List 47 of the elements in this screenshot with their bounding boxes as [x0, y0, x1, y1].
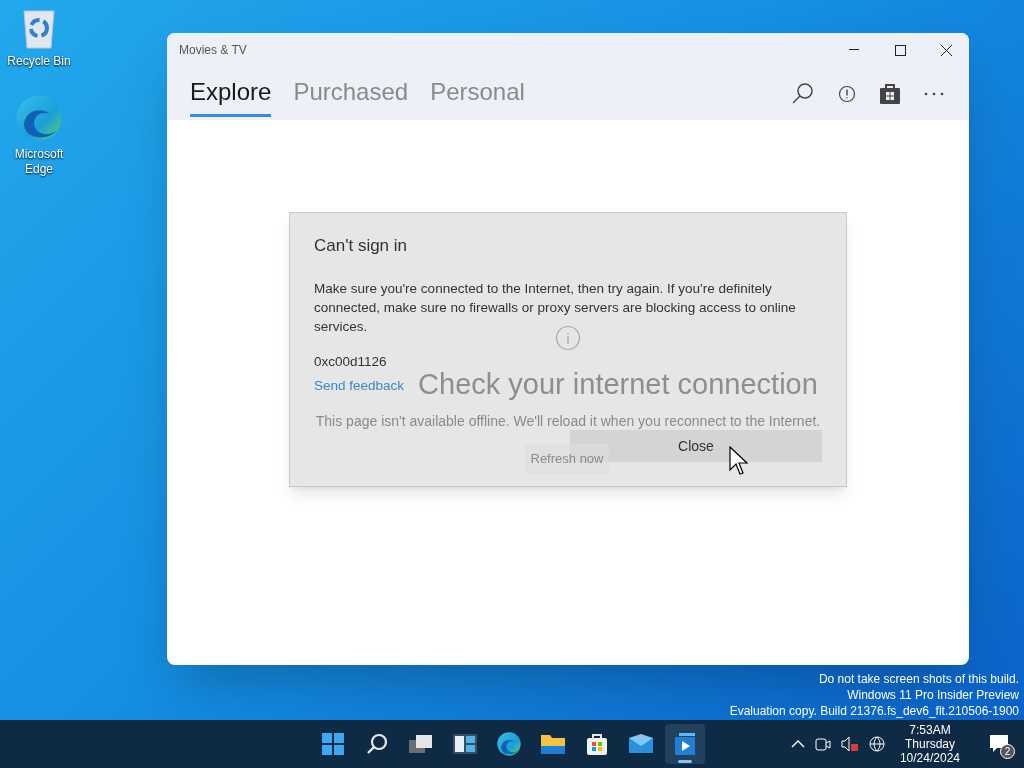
store-bag-icon[interactable] — [879, 82, 901, 105]
edge-logo-icon — [14, 93, 64, 143]
store-bag-icon — [585, 732, 609, 756]
desktop-icon-label[interactable]: Recycle Bin — [4, 54, 74, 69]
mouse-cursor-icon — [729, 446, 749, 476]
tab[interactable]: Personal — [430, 70, 525, 117]
tab[interactable]: Explore — [190, 70, 272, 117]
clock-date[interactable]: 10/24/2024 — [899, 751, 960, 765]
info-icon — [555, 325, 581, 351]
start-icon — [321, 732, 345, 756]
taskbar-app-button[interactable] — [665, 724, 705, 764]
search-icon[interactable] — [791, 81, 815, 106]
more-icon[interactable] — [923, 90, 945, 97]
clock-day[interactable]: Thursday — [904, 737, 955, 751]
folder-icon — [540, 733, 566, 755]
speaker-muted-icon[interactable] — [840, 736, 859, 752]
close-icon — [940, 44, 952, 56]
offline-heading: Check your internet connection — [418, 367, 818, 402]
notification-count: 2 — [1000, 744, 1015, 759]
refresh-now-button[interactable]: Refresh now — [524, 443, 610, 474]
send-feedback-link[interactable]: Send feedback — [314, 375, 405, 396]
film-play-icon — [673, 732, 697, 756]
error-code: 0xc00d1126 — [314, 352, 388, 371]
build-notice-text: Evaluation copy. Build 21376.fs_dev6_flt.210506-1900 — [729, 703, 1019, 719]
recycle-bin-icon — [21, 8, 57, 50]
window-title: Movies & TV — [178, 42, 248, 59]
dialog-message: Make sure you're connected to the Internet, then try again. If you're definitely connected, make sure no firewalls or proxy servers are blocking access to online services. — [314, 279, 797, 336]
edge-icon — [496, 731, 522, 757]
notification-icon[interactable] — [989, 734, 1009, 754]
camera-icon[interactable] — [814, 736, 831, 752]
task-view-icon — [408, 733, 434, 755]
clock-time[interactable]: 7:53AM — [909, 723, 951, 737]
active-indicator — [678, 760, 692, 763]
maximize-icon — [894, 44, 906, 56]
minimize-icon — [849, 49, 859, 51]
offline-message: This page isn't available offline. We'll reload it when you reconnect to the Internet. — [315, 411, 821, 431]
info-icon[interactable] — [837, 83, 857, 104]
search-icon — [366, 733, 388, 755]
chevron-up-icon[interactable] — [790, 739, 805, 749]
widgets-icon — [452, 733, 478, 755]
globe-icon[interactable] — [868, 735, 886, 753]
build-notice-text: Do not take screen shots of this build. — [818, 671, 1019, 687]
desktop-icon-label[interactable]: Microsoft Edge — [4, 147, 74, 177]
mail-icon — [628, 734, 654, 754]
tab[interactable]: Purchased — [293, 70, 409, 117]
dialog-title: Can't sign in — [314, 235, 409, 257]
build-notice-text: Windows 11 Pro Insider Preview — [847, 687, 1019, 703]
